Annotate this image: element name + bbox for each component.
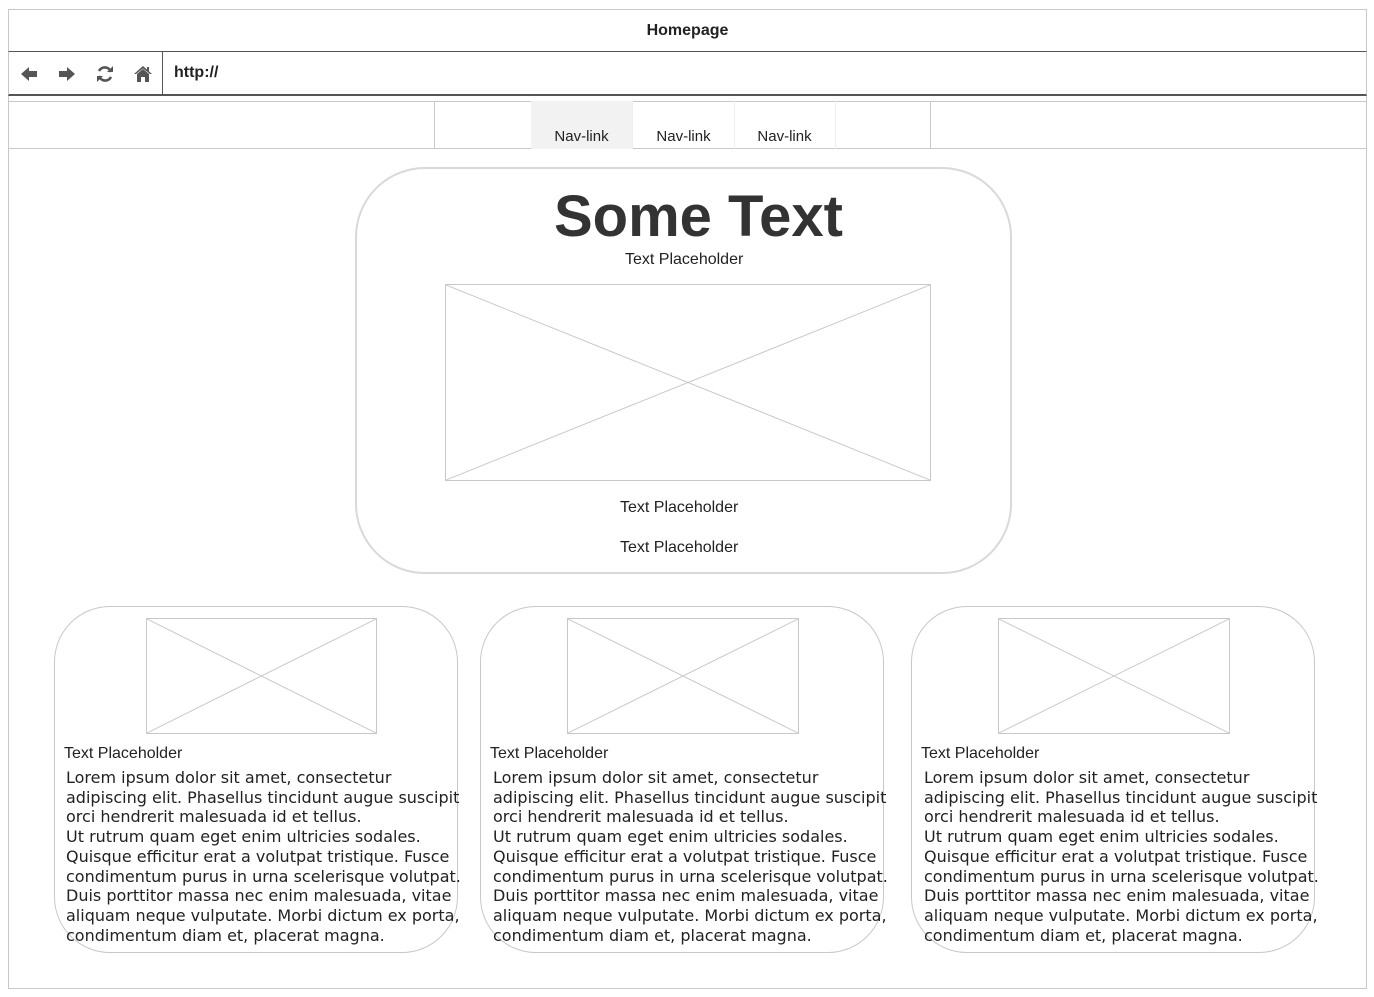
arrow-right-icon[interactable]: [55, 62, 79, 86]
card-1-label: Text Placeholder: [64, 745, 183, 762]
address-bar[interactable]: http://: [174, 64, 218, 82]
arrow-left-icon[interactable]: [17, 62, 41, 86]
card-2-text: Lorem ipsum dolor sit amet, consectetur …: [493, 768, 888, 945]
refresh-icon[interactable]: [93, 62, 117, 86]
hero-caption-2: Text Placeholder: [620, 539, 739, 556]
hero-title: Some Text: [553, 184, 843, 249]
card-1-text: Lorem ipsum dolor sit amet, consectetur …: [66, 768, 461, 945]
nav-link-1[interactable]: Nav-link: [531, 101, 633, 149]
card-2-label: Text Placeholder: [490, 745, 609, 762]
card-3-image-placeholder: [998, 618, 1230, 734]
card-2-image-placeholder: [567, 618, 799, 734]
toolbar-divider: [162, 52, 163, 94]
card-3-text: Lorem ipsum dolor sit amet, consectetur …: [924, 768, 1319, 945]
hero-caption-1: Text Placeholder: [620, 499, 739, 516]
nav-link-3[interactable]: Nav-link: [734, 101, 836, 149]
card-1-image-placeholder: [146, 618, 377, 734]
nav-link-2[interactable]: Nav-link: [633, 101, 735, 149]
hero-subtitle: Text Placeholder: [625, 251, 744, 268]
window-title: Homepage: [646, 21, 729, 39]
window-title-bar: Homepage: [8, 9, 1367, 52]
browser-toolbar: http://: [8, 52, 1367, 96]
hero-image-placeholder: [445, 284, 931, 481]
card-3-label: Text Placeholder: [921, 745, 1040, 762]
home-icon[interactable]: [131, 62, 155, 86]
